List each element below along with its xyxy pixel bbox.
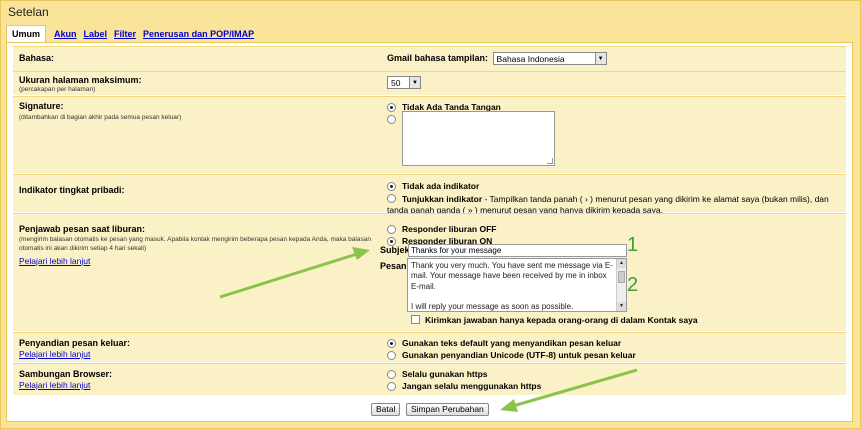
annotation-overlay bbox=[219, 247, 638, 412]
annotation-number-2: 2 bbox=[627, 274, 639, 296]
annotation-arrow-icon bbox=[500, 368, 638, 412]
annotation-number-1: 1 bbox=[627, 234, 639, 256]
annotation-arrow-icon bbox=[219, 247, 370, 299]
